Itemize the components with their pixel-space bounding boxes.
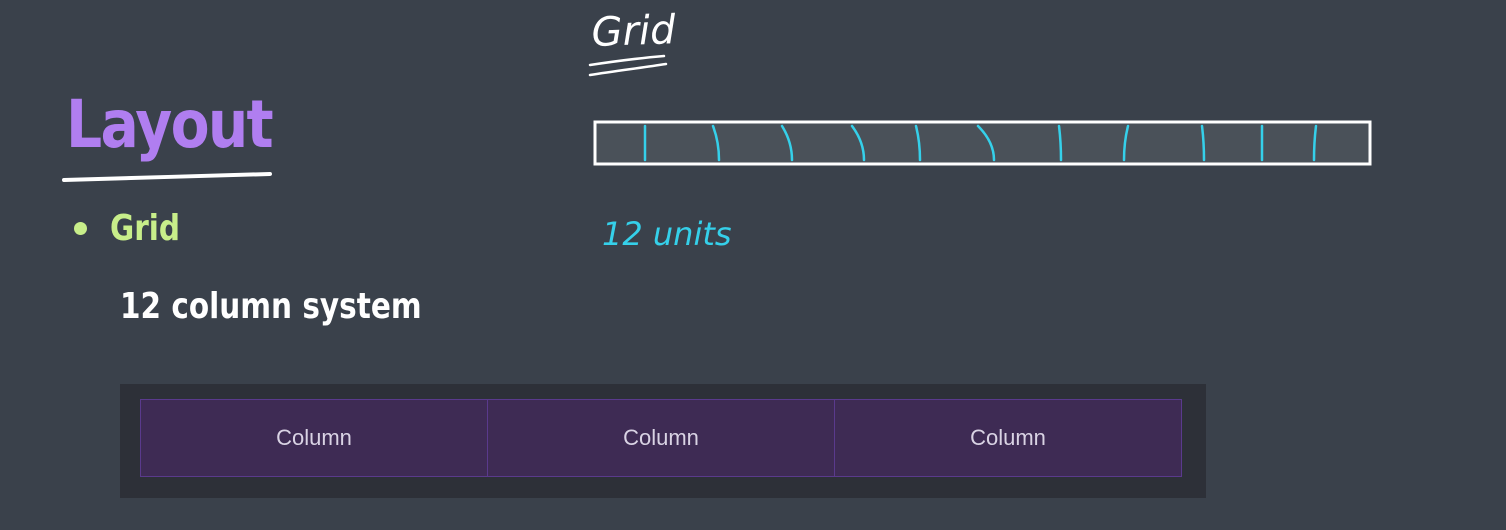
- grid-demo: Column Column Column: [120, 384, 1206, 498]
- annotation-heading: Grid: [591, 7, 677, 56]
- annotation-heading-underline-2: [588, 62, 668, 77]
- grid-column-1: Column: [140, 399, 488, 477]
- grid-column-3: Column: [835, 399, 1182, 477]
- annotation-units-label: 12 units: [602, 215, 732, 253]
- grid-column-2: Column: [488, 399, 835, 477]
- annotation-heading-underline-1: [588, 54, 666, 67]
- sketch-grid-bar: [593, 120, 1372, 166]
- grid-demo-row: Column Column Column: [140, 399, 1182, 477]
